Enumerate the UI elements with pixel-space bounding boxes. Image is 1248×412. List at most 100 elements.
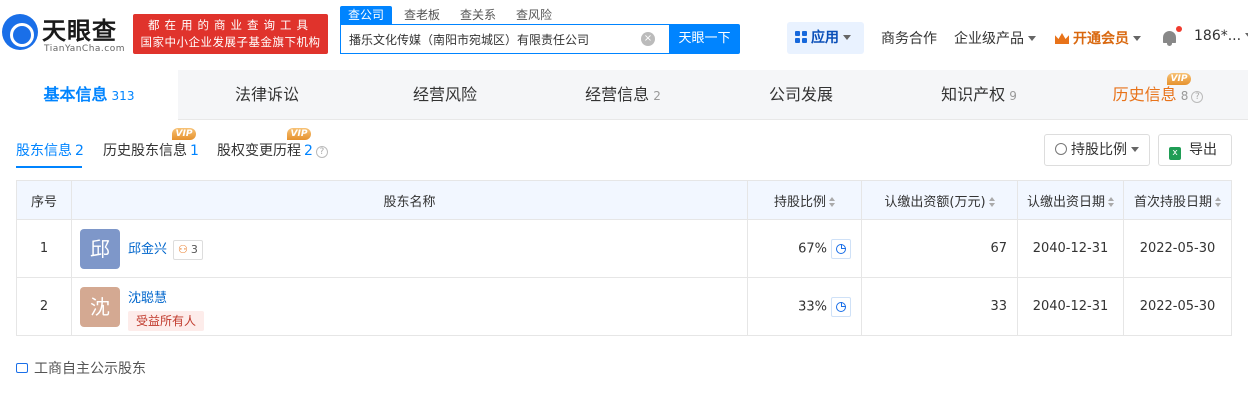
subtab-equity-changes[interactable]: 股权变更历程 2? <box>217 140 328 160</box>
shareholder-cell: 沈 沈聪慧 受益所有人 <box>71 277 748 336</box>
header-subscribe-date[interactable]: 认缴出资日期 <box>1017 180 1124 220</box>
notification-dot <box>1176 26 1182 32</box>
pie-chart-icon[interactable] <box>831 296 851 317</box>
header-capital[interactable]: 认缴出资额(万元) <box>861 180 1018 220</box>
tab-label: 基本信息 <box>43 85 108 104</box>
header-label: 首次持股日期 <box>1133 194 1212 210</box>
header-index: 序号 <box>16 180 72 220</box>
export-button[interactable]: x 导出 <box>1158 134 1232 166</box>
vip-label: 开通会员 <box>1073 31 1129 47</box>
nav-enterprise-label: 企业级产品 <box>954 31 1024 47</box>
ratio-value: 67% <box>798 241 827 256</box>
vip-badge: VIP <box>1167 73 1191 85</box>
chevron-down-icon <box>1131 147 1139 152</box>
apps-button[interactable]: 应用 <box>787 22 864 54</box>
user-phone: 186*... <box>1194 28 1242 44</box>
tab-legal[interactable]: 法律诉讼 <box>178 70 356 120</box>
avatar: 沈 <box>80 286 120 327</box>
tab-count: 9 <box>1009 89 1017 103</box>
capital-cell: 67 <box>861 219 1018 278</box>
logo-subtext: TianYanCha.com <box>44 44 126 54</box>
subtab-label: 历史股东信息 <box>103 143 187 159</box>
first-date-cell: 2022-05-30 <box>1123 277 1232 336</box>
beneficial-owner-tag: 受益所有人 <box>128 310 205 331</box>
tab-operating-risk[interactable]: 经营风险 <box>356 70 534 120</box>
pie-chart-icon[interactable] <box>831 238 851 259</box>
subtab-history-shareholders[interactable]: 历史股东信息 1 <box>103 140 199 160</box>
tab-ip[interactable]: 知识产权 9 <box>890 70 1068 120</box>
user-account[interactable]: 186*... <box>1194 28 1248 44</box>
sort-icon[interactable] <box>988 196 995 207</box>
apps-grid-icon <box>795 31 807 43</box>
subtab-shareholders[interactable]: 股东信息 2 <box>16 140 84 160</box>
footnote-label: 工商自主公示股东 <box>34 361 146 377</box>
subscribe-date-cell: 2040-12-31 <box>1017 277 1124 336</box>
first-date-cell: 2022-05-30 <box>1123 219 1232 278</box>
row-index: 1 <box>16 219 72 278</box>
apps-label: 应用 <box>811 30 839 46</box>
slogan-line-1: 都在用的商业查询工具 <box>148 18 313 32</box>
logo-text: 天眼查 <box>42 17 117 45</box>
tab-label: 经营信息 <box>585 85 650 104</box>
search-tab-relation[interactable]: 查关系 <box>452 6 504 24</box>
document-icon <box>16 363 28 373</box>
ratio-value: 33% <box>798 299 827 314</box>
crown-icon <box>1055 33 1069 44</box>
help-icon[interactable]: ? <box>1191 91 1204 103</box>
search-tab-company[interactable]: 查公司 <box>340 6 393 24</box>
ratio-cell: 33% <box>747 277 862 336</box>
relation-count: 3 <box>190 242 198 256</box>
nav-enterprise-products[interactable]: 企业级产品 <box>954 28 1036 48</box>
subscribe-date-cell: 2040-12-31 <box>1017 219 1124 278</box>
search-input[interactable] <box>341 25 631 53</box>
search-box: × <box>340 24 670 54</box>
ratio-filter-button[interactable]: 持股比例 <box>1044 134 1150 166</box>
search-tab-risk[interactable]: 查风险 <box>508 6 560 24</box>
active-subtab-indicator <box>16 166 82 168</box>
subtab-count: 2 <box>304 143 313 159</box>
header-name: 股东名称 <box>71 180 748 220</box>
relation-icon: ⚇ <box>178 242 188 256</box>
tab-count: 8 <box>1180 89 1189 103</box>
tab-basic-info[interactable]: 基本信息 313 <box>0 70 178 120</box>
tab-development[interactable]: 公司发展 <box>712 70 890 120</box>
tab-label: 历史信息 <box>1112 85 1177 104</box>
header-first-date[interactable]: 首次持股日期 <box>1123 180 1232 220</box>
tab-operating-info[interactable]: 经营信息 2 <box>534 70 712 120</box>
sort-icon[interactable] <box>1108 196 1114 207</box>
clear-icon[interactable]: × <box>641 32 655 46</box>
bell-icon[interactable] <box>1162 30 1177 46</box>
excel-icon: x <box>1169 147 1181 160</box>
tab-label: 公司发展 <box>768 85 833 104</box>
table-header-row: 序号 股东名称 持股比例 认缴出资额(万元) 认缴出资日期 首次持股日期 <box>16 180 1232 220</box>
filter-icon <box>1055 143 1067 155</box>
shareholder-name[interactable]: 沈聪慧 <box>128 287 167 306</box>
self-disclosed-shareholders-link[interactable]: 工商自主公示股东 <box>16 358 146 378</box>
subtab-label: 股东信息 <box>16 143 72 159</box>
search-button[interactable]: 天眼一下 <box>669 24 740 54</box>
chevron-down-icon <box>1133 36 1141 41</box>
export-label: 导出 <box>1189 142 1217 158</box>
search-tab-boss[interactable]: 查老板 <box>396 6 448 24</box>
help-icon[interactable]: ? <box>315 146 328 158</box>
header-ratio[interactable]: 持股比例 <box>747 180 862 220</box>
header-label: 认缴出资日期 <box>1026 194 1105 210</box>
tab-label: 法律诉讼 <box>234 85 299 104</box>
logo-eye-icon <box>2 14 38 50</box>
tab-count: 313 <box>111 89 135 103</box>
tab-count: 2 <box>653 89 661 103</box>
subtab-count: 2 <box>75 143 84 159</box>
subtab-label: 股权变更历程 <box>217 143 301 159</box>
sort-icon[interactable] <box>1215 196 1221 207</box>
open-vip-button[interactable]: 开通会员 <box>1055 28 1141 48</box>
nav-business-cooperation[interactable]: 商务合作 <box>881 28 937 48</box>
slogan-banner: 都在用的商业查询工具 国家中小企业发展子基金旗下机构 <box>133 14 328 54</box>
vip-badge: VIP <box>287 128 311 140</box>
tab-history[interactable]: 历史信息 8? <box>1068 70 1248 120</box>
tab-label: 知识产权 <box>941 85 1006 104</box>
shareholder-name-text: 邱金兴 <box>128 241 168 257</box>
sort-icon[interactable] <box>829 196 835 207</box>
related-companies-badge[interactable]: ⚇ 3 <box>173 239 203 260</box>
shareholder-name[interactable]: 邱金兴 ⚇ 3 <box>128 238 203 260</box>
site-logo[interactable]: 天眼查 TianYanCha.com <box>0 10 130 56</box>
